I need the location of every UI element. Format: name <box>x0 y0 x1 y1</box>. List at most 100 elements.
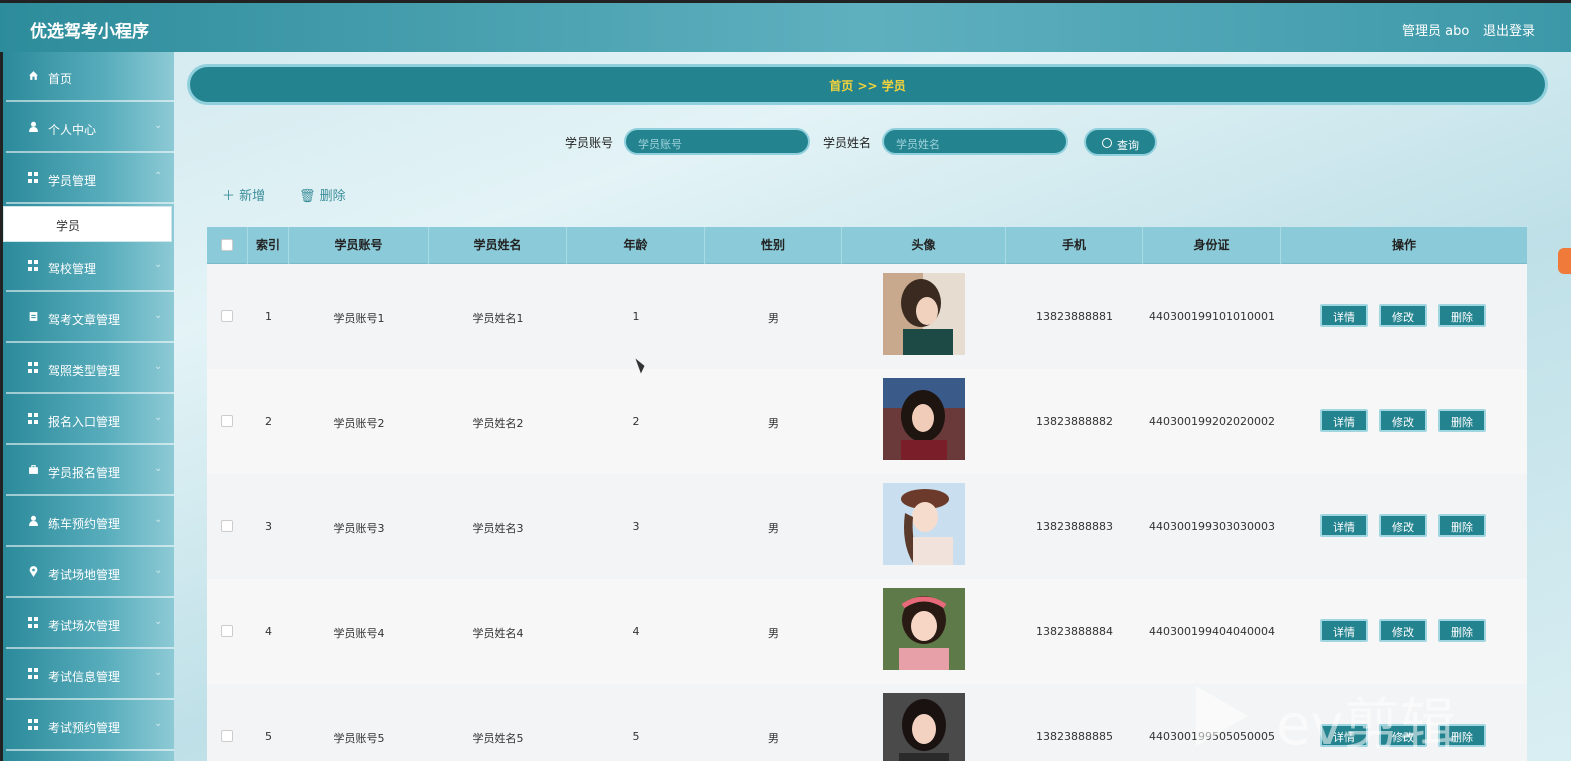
cell-phone: 13823888885 <box>1036 730 1113 743</box>
cell-index: 2 <box>265 415 272 428</box>
cell-id-card: 440300199303030003 <box>1149 520 1275 533</box>
logout-link[interactable]: 退出登录 <box>1483 20 1535 39</box>
cell-index: 3 <box>265 520 272 533</box>
cell-name: 学员姓名5 <box>472 732 524 745</box>
sidebar-item-label: 驾考文章管理 <box>48 313 121 327</box>
row-checkbox[interactable] <box>221 730 233 742</box>
delete-row-button[interactable]: 删除 <box>1438 514 1486 537</box>
side-scroll-tab[interactable] <box>1558 248 1571 274</box>
header-select-all <box>207 227 248 264</box>
sidebar-item-driving-school[interactable]: 驾校管理 ⌄ <box>6 242 174 292</box>
chevron-up-icon: ⌃ <box>154 171 163 182</box>
cell-name: 学员姓名3 <box>472 522 524 535</box>
chevron-down-icon: ⌄ <box>154 667 163 678</box>
add-label: 新增 <box>239 189 266 204</box>
table-row: 3 学员账号3 学员姓名3 3 男 13823888883 4403001993… <box>207 474 1527 579</box>
cell-name: 学员姓名1 <box>472 312 524 325</box>
sidebar-item-label: 考试预约管理 <box>48 721 121 735</box>
avatar <box>883 273 965 355</box>
name-search-input[interactable]: 学员姓名 <box>882 128 1068 155</box>
breadcrumb-text: 首页 >> 学员 <box>829 79 906 93</box>
sidebar-item-label: 驾校管理 <box>48 262 97 276</box>
detail-button[interactable]: 详情 <box>1320 514 1368 537</box>
sidebar-item-label: 考试信息管理 <box>48 670 121 684</box>
cell-gender: 男 <box>768 312 779 325</box>
cell-gender: 男 <box>768 522 779 535</box>
add-button[interactable]: ＋ 新增 <box>222 185 265 204</box>
row-checkbox[interactable] <box>221 310 233 322</box>
delete-row-button[interactable]: 删除 <box>1438 304 1486 327</box>
header-gender: 性别 <box>705 227 842 264</box>
sidebar-item-student-signup[interactable]: 学员报名管理 ⌄ <box>6 446 174 496</box>
grid-icon <box>28 172 39 183</box>
grid-icon <box>28 617 39 628</box>
user-icon <box>29 121 38 132</box>
location-icon <box>29 566 38 577</box>
sidebar-item-exam-venue[interactable]: 考试场地管理 ⌄ <box>6 548 174 598</box>
sidebar-item-exam-session[interactable]: 考试场次管理 ⌄ <box>6 599 174 649</box>
header-actions: 操作 <box>1391 238 1416 252</box>
account-search-label: 学员账号 <box>565 136 614 150</box>
top-bar: 优选驾考小程序 管理员 abo 退出登录 <box>0 0 1571 52</box>
avatar <box>883 588 965 670</box>
cell-phone: 13823888883 <box>1036 520 1113 533</box>
cell-id-card: 440300199101010001 <box>1149 310 1275 323</box>
delete-button[interactable]: 🗑 删除 <box>299 185 346 204</box>
delete-row-button[interactable]: 删除 <box>1438 409 1486 432</box>
edit-button[interactable]: 修改 <box>1379 619 1427 642</box>
avatar <box>883 378 965 460</box>
cell-age: 3 <box>632 520 640 533</box>
cell-age: 5 <box>632 730 640 743</box>
sidebar-item-articles[interactable]: 驾考文章管理 ⌄ <box>6 293 174 343</box>
sidebar-item-home[interactable]: 首页 <box>6 52 174 102</box>
sidebar-item-label: 考试场次管理 <box>48 619 121 633</box>
document-icon <box>29 312 38 321</box>
sidebar-item-license-types[interactable]: 驾照类型管理 ⌄ <box>6 344 174 394</box>
grid-icon <box>28 719 39 730</box>
cell-gender: 男 <box>768 732 779 745</box>
row-checkbox[interactable] <box>221 520 233 532</box>
chevron-down-icon: ⌄ <box>154 514 163 525</box>
search-button-label: 查询 <box>1117 139 1139 152</box>
sidebar-item-exam-booking[interactable]: 考试预约管理 ⌄ <box>6 701 174 751</box>
delete-label: 删除 <box>319 189 346 204</box>
detail-button[interactable]: 详情 <box>1320 409 1368 432</box>
edit-button[interactable]: 修改 <box>1379 514 1427 537</box>
sidebar-item-practice-booking[interactable]: 练车预约管理 ⌄ <box>6 497 174 547</box>
account-search-input[interactable]: 学员账号 <box>624 128 810 155</box>
cell-age: 4 <box>632 625 640 638</box>
chevron-down-icon: ⌄ <box>154 361 163 372</box>
cell-index: 1 <box>265 310 272 323</box>
header-phone: 手机 <box>1006 227 1143 264</box>
briefcase-icon <box>29 465 38 474</box>
chevron-down-icon: ⌄ <box>154 412 163 423</box>
table-header: 索引 学员账号 学员姓名 年龄 性别 头像 手机 身份证 操作 <box>207 227 1527 264</box>
chevron-down-icon: ⌄ <box>154 259 163 270</box>
cell-account: 学员账号5 <box>333 732 385 745</box>
sidebar-item-label: 驾照类型管理 <box>48 364 121 378</box>
delete-row-button[interactable]: 删除 <box>1438 619 1486 642</box>
search-button[interactable]: 查询 <box>1084 128 1157 156</box>
avatar <box>883 693 965 761</box>
detail-button[interactable]: 详情 <box>1320 619 1368 642</box>
cell-age: 2 <box>632 415 640 428</box>
grid-icon <box>28 413 39 424</box>
edit-button[interactable]: 修改 <box>1379 304 1427 327</box>
chevron-down-icon: ⌄ <box>154 120 163 131</box>
sidebar-item-label: 学员管理 <box>48 174 97 188</box>
sidebar-item-exam-info[interactable]: 考试信息管理 ⌄ <box>6 650 174 700</box>
cell-id-card: 440300199404040004 <box>1149 625 1275 638</box>
row-checkbox[interactable] <box>221 625 233 637</box>
header-index: 索引 <box>248 227 289 264</box>
cell-gender: 男 <box>768 417 779 430</box>
sidebar-item-student-management[interactable]: 学员管理 ⌃ <box>6 154 174 204</box>
detail-button[interactable]: 详情 <box>1320 304 1368 327</box>
sidebar-subitem-students[interactable]: 学员 <box>3 206 172 242</box>
cell-index: 4 <box>265 625 272 638</box>
select-all-checkbox[interactable] <box>221 239 233 251</box>
trash-icon: 🗑 <box>299 189 320 204</box>
row-checkbox[interactable] <box>221 415 233 427</box>
sidebar-item-signup-entry[interactable]: 报名入口管理 ⌄ <box>6 395 174 445</box>
sidebar-item-personal-center[interactable]: 个人中心 ⌄ <box>6 103 174 153</box>
edit-button[interactable]: 修改 <box>1379 409 1427 432</box>
